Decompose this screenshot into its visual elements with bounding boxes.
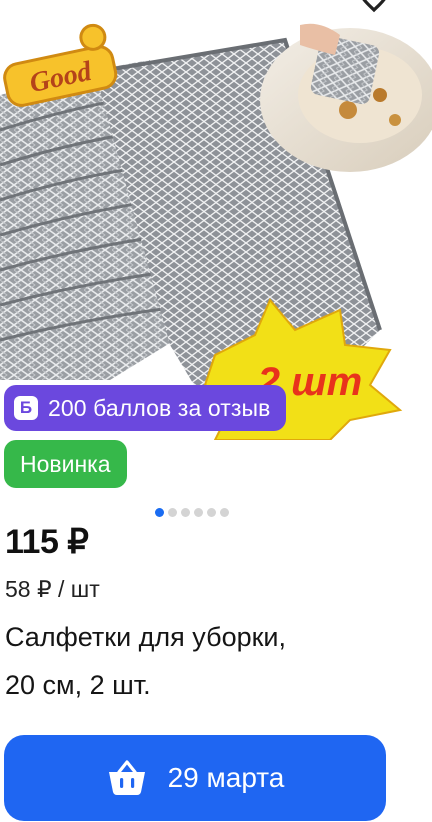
points-badge: Б 200 баллов за отзыв	[4, 385, 287, 431]
pagination-dot	[181, 508, 190, 517]
delivery-date-label: 29 марта	[167, 762, 285, 793]
gallery-pagination	[155, 508, 229, 517]
heart-icon[interactable]	[354, 0, 394, 14]
product-image[interactable]: Good 2 шт Б 200 баллов за отзыв	[0, 0, 432, 440]
pagination-dot	[168, 508, 177, 517]
product-title-continued[interactable]: 20 см, 2 шт.	[5, 670, 151, 701]
new-badge: Новинка	[4, 440, 127, 488]
product-photo: Good 2 шт	[0, 23, 432, 440]
pagination-dot-active	[155, 508, 164, 517]
add-to-cart-button[interactable]: 29 марта	[4, 735, 386, 821]
points-badge-label: 200 баллов за отзыв	[48, 394, 271, 421]
pagination-dot	[194, 508, 203, 517]
unit-price: 58 ₽ / шт	[5, 576, 100, 602]
pagination-dot	[207, 508, 216, 517]
basket-icon	[108, 760, 145, 795]
product-title[interactable]: Салфетки для уборки,	[5, 622, 286, 653]
pagination-dot	[220, 508, 229, 517]
points-icon: Б	[14, 396, 38, 420]
product-card[interactable]: Good 2 шт Б 200 баллов за отзыв Новинка	[0, 0, 432, 822]
price: 115 ₽	[5, 523, 89, 561]
